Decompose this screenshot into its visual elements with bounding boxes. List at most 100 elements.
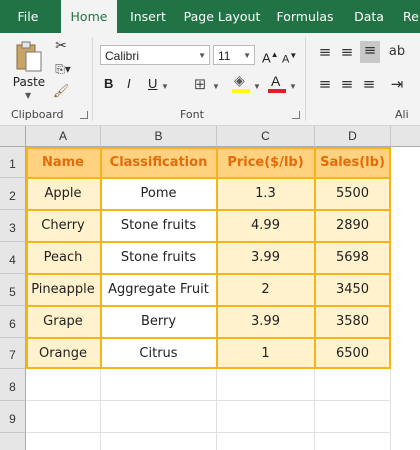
increase-font-icon[interactable]: A▲ (262, 46, 279, 67)
align-left-icon[interactable]: ≡ (316, 75, 334, 93)
font-color-icon[interactable]: A (268, 73, 286, 95)
font-color-dropdown-icon[interactable]: ▼ (289, 78, 297, 96)
ribbon-home: Paste ▼ ✂ ⎘▾ 🖌 Clipboard Calibri ▼ 11 ▼ … (0, 33, 420, 126)
row-header-2[interactable]: 2 (0, 178, 26, 210)
decrease-font-icon[interactable]: A▼ (282, 47, 297, 69)
empty-cell[interactable] (101, 369, 217, 401)
empty-cell[interactable] (26, 401, 101, 433)
clipboard-launcher-icon[interactable] (80, 111, 88, 119)
table-cell[interactable]: Cherry (26, 210, 101, 242)
table-cell[interactable]: Stone fruits (101, 210, 217, 242)
tab-insert[interactable]: Insert (123, 0, 173, 33)
table-cell[interactable]: 2 (217, 274, 315, 306)
paste-dropdown-icon[interactable]: ▼ (25, 91, 31, 100)
empty-cell[interactable] (26, 433, 101, 450)
borders-dropdown-icon[interactable]: ▼ (212, 78, 220, 96)
row-header-9[interactable]: 9 (0, 401, 26, 433)
row-header-7[interactable]: 7 (0, 338, 26, 369)
table-cell[interactable]: 3580 (315, 306, 391, 338)
table-cell[interactable]: 1.3 (217, 178, 315, 210)
font-name-select[interactable]: Calibri ▼ (100, 45, 210, 65)
table-cell[interactable]: Pineapple (26, 274, 101, 306)
table-cell[interactable]: Citrus (101, 338, 217, 369)
table-header-cell[interactable]: Name (26, 147, 101, 178)
fill-dropdown-icon[interactable]: ▼ (253, 78, 261, 96)
font-size-value: 11 (218, 49, 231, 63)
align-bottom-icon[interactable]: ≡ (360, 41, 380, 63)
align-right-icon[interactable]: ≡ (360, 75, 378, 93)
tab-home[interactable]: Home (61, 0, 117, 35)
select-all-corner[interactable] (0, 126, 26, 147)
orientation-icon[interactable]: ab (388, 43, 406, 61)
table-cell[interactable]: Grape (26, 306, 101, 338)
table-cell[interactable]: 1 (217, 338, 315, 369)
table-cell[interactable]: 5500 (315, 178, 391, 210)
table-cell[interactable]: 3.99 (217, 306, 315, 338)
table-cell[interactable]: 3450 (315, 274, 391, 306)
font-name-value: Calibri (105, 49, 140, 63)
tab-review[interactable]: Re (403, 0, 420, 33)
empty-cell[interactable] (26, 369, 101, 401)
paste-label: Paste (12, 75, 46, 89)
tab-file[interactable]: File (8, 0, 48, 33)
table-cell[interactable]: 2890 (315, 210, 391, 242)
table-cell[interactable]: Berry (101, 306, 217, 338)
empty-cell[interactable] (315, 401, 391, 433)
empty-cell[interactable] (315, 433, 391, 450)
paste-button[interactable]: Paste ▼ (10, 37, 48, 103)
table-cell[interactable]: Stone fruits (101, 242, 217, 274)
table-header-cell[interactable]: Classification (101, 147, 217, 178)
table-header-cell[interactable]: Price($/lb) (217, 147, 315, 178)
align-top-icon[interactable]: ≡ (316, 43, 334, 61)
table-cell[interactable]: Peach (26, 242, 101, 274)
underline-button[interactable]: U (148, 75, 157, 93)
paste-icon (16, 41, 42, 72)
tab-data[interactable]: Data (349, 0, 389, 33)
tab-formulas[interactable]: Formulas (272, 0, 338, 33)
column-header-b[interactable]: B (101, 126, 217, 147)
row-header-6[interactable]: 6 (0, 306, 26, 338)
row-header-3[interactable]: 3 (0, 210, 26, 242)
row-header-4[interactable]: 4 (0, 242, 26, 274)
font-launcher-icon[interactable] (292, 111, 300, 119)
table-cell[interactable]: Apple (26, 178, 101, 210)
indent-icon[interactable]: ⇥ (388, 75, 406, 93)
cut-icon[interactable]: ✂ (52, 37, 70, 55)
tab-page-layout[interactable]: Page Layout (182, 0, 262, 33)
empty-cell[interactable] (217, 369, 315, 401)
font-size-select[interactable]: 11 ▼ (213, 45, 255, 65)
empty-cell[interactable] (217, 433, 315, 450)
clipboard-group-label: Clipboard (11, 108, 64, 121)
row-header-5[interactable]: 5 (0, 274, 26, 306)
table-cell[interactable]: 5698 (315, 242, 391, 274)
table-cell[interactable]: 3.99 (217, 242, 315, 274)
table-cell[interactable]: Orange (26, 338, 101, 369)
table-cell[interactable]: 6500 (315, 338, 391, 369)
italic-button[interactable]: I (127, 75, 131, 93)
empty-cell[interactable] (217, 401, 315, 433)
column-header-a[interactable]: A (26, 126, 101, 147)
fill-color-icon[interactable]: ◈ (232, 73, 250, 95)
align-center-icon[interactable]: ≡ (338, 75, 356, 93)
column-header-e[interactable] (391, 126, 420, 147)
row-header-10[interactable] (0, 433, 26, 450)
empty-cell[interactable] (101, 401, 217, 433)
table-header-cell[interactable]: Sales(lb) (315, 147, 391, 178)
table-cell[interactable]: 4.99 (217, 210, 315, 242)
borders-icon[interactable]: ⊞ (190, 75, 210, 93)
empty-cell[interactable] (315, 369, 391, 401)
chevron-down-icon: ▼ (243, 51, 251, 60)
table-cell[interactable]: Pome (101, 178, 217, 210)
column-header-d[interactable]: D (315, 126, 391, 147)
table-cell[interactable]: Aggregate Fruit (101, 274, 217, 306)
row-header-8[interactable]: 8 (0, 369, 26, 401)
row-header-1[interactable]: 1 (0, 147, 26, 178)
copy-icon[interactable]: ⎘▾ (52, 60, 74, 78)
empty-cell[interactable] (101, 433, 217, 450)
underline-dropdown-icon[interactable]: ▼ (161, 78, 169, 96)
chevron-down-icon: ▼ (198, 51, 206, 60)
align-middle-icon[interactable]: ≡ (338, 43, 356, 61)
column-header-c[interactable]: C (217, 126, 315, 147)
format-painter-icon[interactable]: 🖌 (52, 83, 70, 101)
bold-button[interactable]: B (104, 75, 113, 93)
